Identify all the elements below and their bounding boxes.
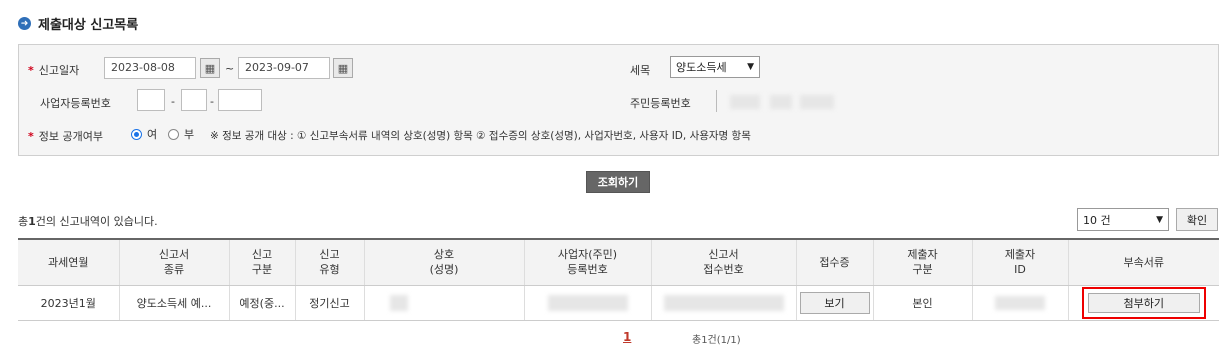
disclosure-label: * 정보 공개여부 <box>28 130 103 143</box>
cell-attachments: 첨부하기 <box>1067 285 1219 321</box>
radio-yes[interactable] <box>131 128 142 140</box>
page-1-link[interactable]: 1 <box>623 330 631 344</box>
biz-sep-1: - <box>171 95 175 108</box>
header-attachments: 부속서류 <box>1067 238 1219 286</box>
header-type: 신고 유형 <box>294 238 364 286</box>
cell-type: 정기신고 <box>294 285 364 321</box>
report-date-label: * 신고일자 <box>28 64 80 77</box>
resident-no-masked <box>800 95 834 109</box>
cell-reg-no <box>523 285 651 321</box>
resident-no-label: 주민등록번호 <box>630 97 691 110</box>
arrow-circle-icon: ➜ <box>18 17 31 30</box>
disclosure-yes-option[interactable]: 여 <box>131 126 157 142</box>
page-size-value: 10 건 <box>1083 213 1111 227</box>
header-submitter-id: 제출자 ID <box>971 238 1068 286</box>
table-row: 2023년1월 양도소득세 예... 예정(중... 정기신고 보기 본인 첨부… <box>18 285 1219 321</box>
date-to-input[interactable]: 2023-09-07 <box>238 57 330 79</box>
chevron-down-icon: ▼ <box>747 62 754 72</box>
confirm-button[interactable]: 확인 <box>1176 208 1218 231</box>
radio-no[interactable] <box>168 128 179 140</box>
cell-receipt-no <box>650 285 796 321</box>
resident-no-masked <box>730 95 760 109</box>
header-receipt-no: 신고서 접수번호 <box>650 238 796 286</box>
chevron-down-icon: ▼ <box>1156 214 1163 225</box>
view-receipt-button[interactable]: 보기 <box>799 291 870 314</box>
header-submitter-type: 제출자 구분 <box>872 238 972 286</box>
company-masked <box>389 294 408 311</box>
cell-receipt: 보기 <box>795 285 873 321</box>
biz-no-part3-input[interactable] <box>218 89 262 111</box>
disclosure-no-option[interactable]: 부 <box>168 126 194 142</box>
date-from-input[interactable]: 2023-08-08 <box>104 57 196 79</box>
calendar-from-icon[interactable]: ▦ <box>200 58 220 78</box>
header-category: 신고 구분 <box>228 238 295 286</box>
receipt-no-masked <box>663 294 784 311</box>
result-summary: 총1건의 신고내역이 있습니다. <box>18 215 158 228</box>
section-title-text: 제출대상 신고목록 <box>38 18 139 33</box>
header-period: 과세연월 <box>18 238 119 286</box>
header-reg-no: 사업자(주민) 등록번호 <box>523 238 651 286</box>
cell-submitter-type: 본인 <box>872 285 972 321</box>
search-button[interactable]: 조회하기 <box>586 171 650 193</box>
tax-item-label: 세목 <box>630 64 651 77</box>
cell-form-type: 양도소득세 예... <box>118 285 229 321</box>
calendar-to-icon[interactable]: ▦ <box>333 58 353 78</box>
cell-period: 2023년1월 <box>18 285 119 321</box>
table-header-row: 과세연월 신고서 종류 신고 구분 신고 유형 상호 (성명) 사업자(주민) … <box>18 238 1219 286</box>
tax-item-value: 양도소득세 <box>676 61 727 74</box>
header-receipt: 접수증 <box>795 238 873 286</box>
disclosure-note: ※ 정보 공개 대상 : ① 신고부속서류 내역의 상호(성명) 항목 ② 접수… <box>210 130 751 142</box>
date-separator: ~ <box>225 62 235 75</box>
attach-button[interactable]: 첨부하기 <box>1087 292 1200 313</box>
highlight-box: 첨부하기 <box>1081 286 1206 319</box>
report-table: 과세연월 신고서 종류 신고 구분 신고 유형 상호 (성명) 사업자(주민) … <box>18 238 1219 321</box>
resident-no-masked <box>770 95 792 109</box>
page-size-select[interactable]: 10 건 ▼ <box>1077 208 1169 231</box>
tax-item-select[interactable]: 양도소득세 ▼ <box>670 56 760 78</box>
pager-info: 총1건(1/1) <box>692 335 741 346</box>
biz-no-part2-input[interactable] <box>181 89 207 111</box>
cell-category: 예정(중... <box>228 285 295 321</box>
cell-company <box>363 285 524 321</box>
submitter-id-masked <box>995 295 1045 310</box>
cell-submitter-id <box>971 285 1068 321</box>
biz-no-part1-input[interactable] <box>137 89 165 111</box>
biz-no-label: 사업자등록번호 <box>40 97 111 110</box>
reg-no-masked <box>547 294 628 311</box>
biz-sep-2: - <box>210 95 214 108</box>
header-form-type: 신고서 종류 <box>118 238 229 286</box>
section-title: ➜ 제출대상 신고목록 <box>18 14 138 33</box>
header-company: 상호 (성명) <box>363 238 524 286</box>
